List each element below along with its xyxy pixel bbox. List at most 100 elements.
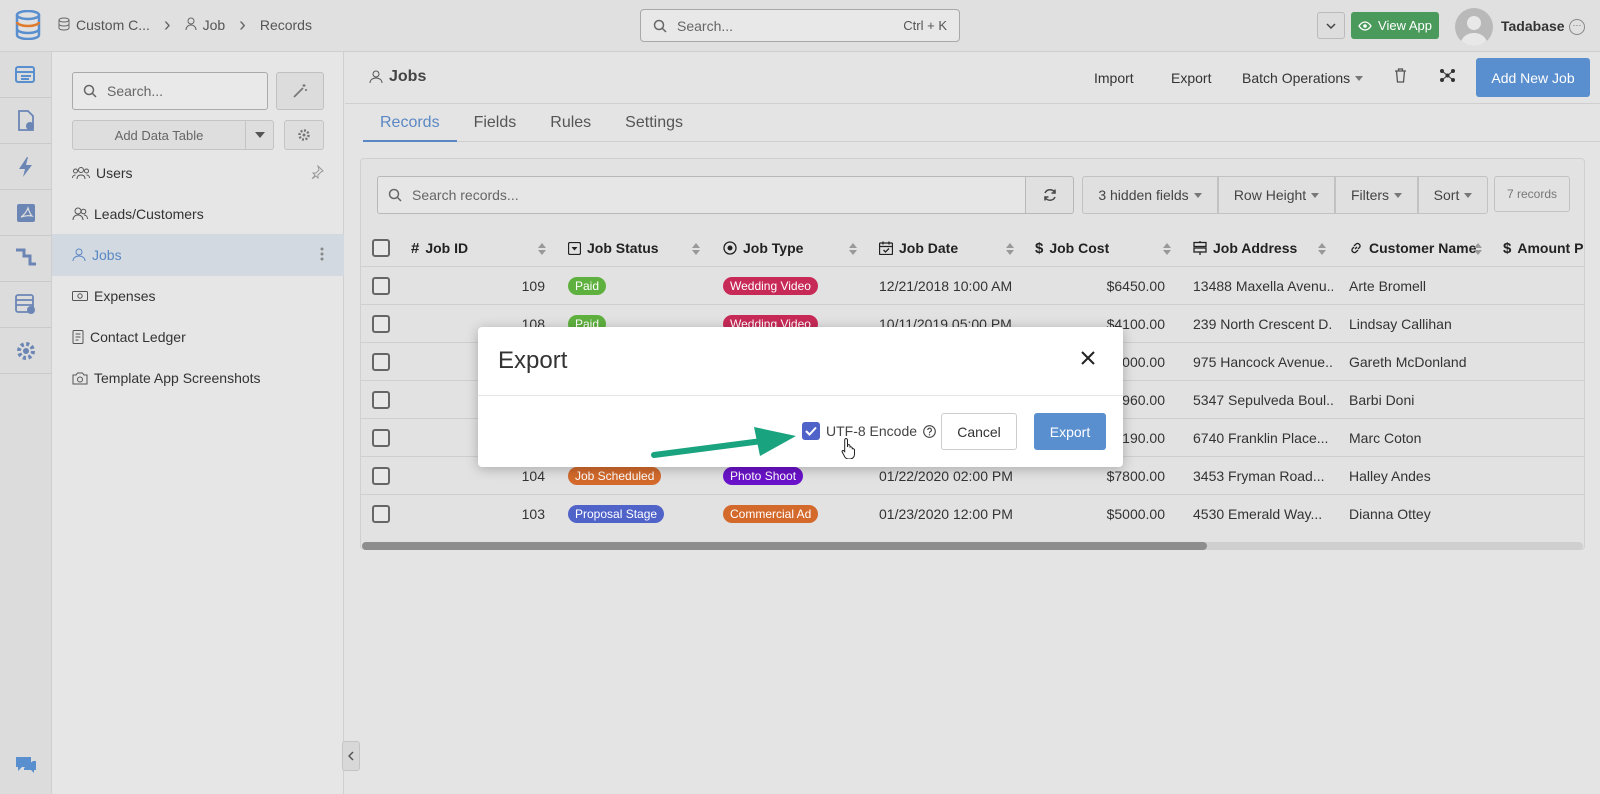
sidebar-search-input[interactable]: Search... (72, 72, 268, 110)
column-header-job-id[interactable]: # Job ID (411, 229, 468, 267)
add-new-job-button[interactable]: Add New Job (1476, 58, 1590, 97)
add-table-dropdown[interactable] (246, 120, 274, 150)
close-icon[interactable] (1078, 348, 1098, 368)
cell-job-address: 5347 Sepulveda Boul... (1193, 392, 1333, 408)
calendar-icon (879, 241, 893, 255)
rail-data-settings[interactable] (0, 282, 52, 328)
cancel-button[interactable]: Cancel (941, 413, 1017, 450)
rail-pipes[interactable] (0, 236, 52, 282)
column-header-customer-name[interactable]: Customer Name (1349, 229, 1476, 267)
table-row[interactable]: 109 Paid Wedding Video 12/21/2018 10:00 … (361, 267, 1584, 305)
sort-icon[interactable] (1163, 243, 1171, 255)
sidebar-item-leads-customers[interactable]: Leads/Customers (52, 193, 344, 235)
sidebar-item-contact-ledger[interactable]: Contact Ledger (52, 316, 344, 358)
file-plus-icon (18, 109, 34, 131)
global-search-placeholder: Search... (677, 17, 734, 34)
address-sign-icon (1193, 241, 1207, 255)
rail-pdf[interactable] (0, 190, 52, 236)
sidebar-item-jobs[interactable]: Jobs (52, 234, 344, 276)
horizontal-scrollbar[interactable] (362, 542, 1583, 550)
scrollbar-thumb[interactable] (362, 542, 1207, 550)
utf8-encode-checkbox[interactable] (802, 422, 820, 440)
link-icon (1351, 242, 1361, 254)
search-icon (388, 188, 402, 202)
breadcrumb-table[interactable]: Job (185, 17, 225, 34)
row-checkbox[interactable] (372, 457, 390, 495)
rail-chat[interactable] (0, 742, 52, 788)
app-menu-dropdown[interactable] (1317, 12, 1345, 39)
sort-icon[interactable] (1006, 243, 1014, 255)
rail-settings[interactable] (0, 328, 52, 374)
tab-rules[interactable]: Rules (533, 104, 608, 142)
view-app-button[interactable]: View App (1351, 12, 1439, 39)
sidebar-item-label: Template App Screenshots (94, 370, 261, 386)
table-header-row: # Job ID Job Status Job Type Job Date $ … (361, 229, 1584, 267)
records-search-input[interactable]: Search records... (377, 176, 1026, 214)
column-header-amount-paid[interactable]: $ Amount P (1503, 229, 1584, 267)
sort-icon[interactable] (692, 243, 700, 255)
sidebar-item-users[interactable]: Users (52, 152, 344, 194)
more-options-icon[interactable]: ··· (1569, 19, 1585, 35)
help-circle-icon[interactable] (923, 424, 936, 438)
trash-icon[interactable] (1394, 68, 1407, 83)
select-all-checkbox[interactable] (372, 229, 390, 267)
row-checkbox[interactable] (372, 495, 390, 533)
column-header-job-address[interactable]: Job Address (1193, 229, 1297, 267)
hidden-fields-button[interactable]: 3 hidden fields (1082, 176, 1218, 214)
column-label: Customer Name (1369, 240, 1477, 256)
sort-icon[interactable] (538, 243, 546, 255)
sidebar-item-template-app-screenshots[interactable]: Template App Screenshots (52, 357, 344, 399)
column-header-job-date[interactable]: Job Date (879, 229, 958, 267)
table-tabs: Records Fields Rules Settings (363, 104, 1600, 142)
rail-automations[interactable] (0, 144, 52, 190)
table-header: Jobs Import Export Batch Operations Add … (345, 52, 1600, 104)
refresh-icon (1043, 189, 1056, 201)
user-tie-icon (72, 248, 86, 262)
magic-wand-button[interactable] (276, 72, 324, 110)
sort-icon[interactable] (1318, 243, 1326, 255)
collapse-sidebar-button[interactable] (342, 741, 360, 771)
row-checkbox[interactable] (372, 343, 390, 381)
row-checkbox[interactable] (372, 419, 390, 457)
import-button[interactable]: Import (1094, 70, 1134, 86)
row-checkbox[interactable] (372, 381, 390, 419)
sort-icon[interactable] (849, 243, 857, 255)
pin-icon[interactable] (310, 164, 324, 182)
rail-pages[interactable] (0, 98, 52, 144)
rail-data-tables[interactable] (0, 52, 52, 98)
diagram-icon[interactable] (1439, 68, 1456, 83)
hidden-fields-label: 3 hidden fields (1098, 187, 1189, 203)
row-checkbox[interactable] (372, 267, 390, 305)
row-height-button[interactable]: Row Height (1218, 176, 1335, 214)
avatar[interactable] (1455, 8, 1493, 46)
database-logo-icon[interactable] (14, 10, 42, 40)
global-search[interactable]: Search... Ctrl + K (640, 9, 960, 42)
add-data-table-button[interactable]: Add Data Table (72, 120, 246, 150)
filters-button[interactable]: Filters (1335, 176, 1418, 214)
kebab-menu-icon[interactable] (320, 247, 324, 264)
row-checkbox[interactable] (372, 305, 390, 343)
table-settings-button[interactable] (284, 120, 324, 150)
tab-records[interactable]: Records (363, 104, 457, 142)
table-row[interactable]: 103 Proposal Stage Commercial Ad 01/23/2… (361, 495, 1584, 533)
export-confirm-button[interactable]: Export (1034, 413, 1106, 450)
utf8-encode-option[interactable]: UTF-8 Encode (802, 422, 936, 440)
cell-customer-name: Barbi Doni (1349, 392, 1415, 408)
records-search-placeholder: Search records... (412, 187, 519, 203)
column-header-job-type[interactable]: Job Type (723, 229, 803, 267)
sidebar-item-expenses[interactable]: Expenses (52, 275, 344, 317)
batch-operations-button[interactable]: Batch Operations (1242, 70, 1364, 86)
column-header-job-cost[interactable]: $ Job Cost (1035, 229, 1109, 267)
breadcrumb-app[interactable]: Custom C... (58, 17, 150, 34)
column-label: Job Date (899, 240, 959, 256)
tab-settings[interactable]: Settings (608, 104, 700, 142)
table-builder-icon (15, 65, 35, 83)
column-header-job-status[interactable]: Job Status (568, 229, 659, 267)
username[interactable]: Tadabase (1501, 18, 1565, 34)
sort-icon[interactable] (1474, 243, 1482, 255)
sort-button[interactable]: Sort (1418, 176, 1488, 214)
export-button[interactable]: Export (1171, 70, 1211, 86)
refresh-button[interactable] (1026, 176, 1074, 214)
cell-job-date: 01/23/2020 12:00 PM (879, 506, 1013, 522)
tab-fields[interactable]: Fields (457, 104, 534, 142)
